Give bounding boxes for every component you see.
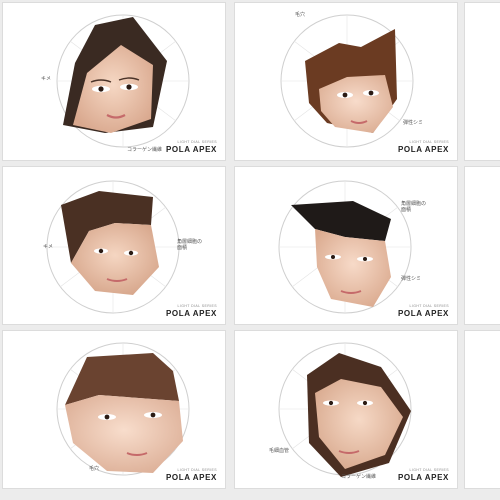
dial-card[interactable]: 毛細血管 コラーゲン繊維 LIGHT DIAL SERIES POLA APEX	[234, 330, 458, 489]
radar-dial-face	[56, 342, 190, 476]
brand-logo: POLA APEX	[165, 145, 217, 154]
brand-block: LIGHT DIAL SERIES POLA APEX	[398, 468, 449, 482]
axis-label: 毛穴	[89, 466, 100, 472]
brand-logo: POLA APEX	[165, 309, 217, 318]
radar-dial-face	[278, 342, 412, 477]
brand-logo: POLA APEX	[397, 309, 449, 318]
axis-label: 角層細胞の 面積	[401, 201, 427, 213]
brand-logo: POLA APEX	[397, 145, 449, 154]
brand-block: LIGHT DIAL SERIES POLA APEX	[166, 468, 217, 482]
axis-label: キメ	[41, 76, 52, 82]
dial-card[interactable]: キメ 角層細胞の 面積 LIGHT DIAL SERIES POLA APEX	[2, 166, 226, 325]
radar-dial-face	[56, 14, 190, 148]
partial-card-edge	[464, 330, 500, 489]
axis-label: キメ	[43, 244, 54, 250]
brand-logo: POLA APEX	[165, 473, 217, 482]
partial-card-edge	[464, 2, 500, 161]
axis-label: 弾性シミ	[403, 120, 424, 126]
brand-block: LIGHT DIAL SERIES POLA APEX	[398, 140, 449, 154]
axis-label: 角層細胞の 面積	[177, 239, 203, 251]
dial-card[interactable]: 角層細胞の 面積 弾性シミ LIGHT DIAL SERIES POLA APE…	[234, 166, 458, 325]
radar-dial-face	[278, 180, 412, 314]
brand-block: LIGHT DIAL SERIES POLA APEX	[166, 140, 217, 154]
dial-card[interactable]: 毛穴 弾性シミ LIGHT DIAL SERIES POLA APEX	[234, 2, 458, 161]
axis-label: 毛穴	[295, 12, 306, 18]
axis-label: 弾性シミ	[401, 276, 422, 282]
axis-label: 毛細血管	[269, 448, 290, 454]
dial-card[interactable]: 毛穴 LIGHT DIAL SERIES POLA APEX	[2, 330, 226, 489]
brand-block: LIGHT DIAL SERIES POLA APEX	[398, 304, 449, 318]
axis-label: コラーゲン繊維	[127, 147, 163, 153]
brand-logo: POLA APEX	[397, 473, 449, 482]
brand-block: LIGHT DIAL SERIES POLA APEX	[166, 304, 217, 318]
partial-card-edge	[464, 166, 500, 325]
dial-card[interactable]: キメ コラーゲン繊維 LIGHT DIAL SERIES POLA APEX	[2, 2, 226, 161]
axis-label: コラーゲン繊維	[341, 474, 377, 480]
radar-dial-face	[280, 14, 414, 148]
